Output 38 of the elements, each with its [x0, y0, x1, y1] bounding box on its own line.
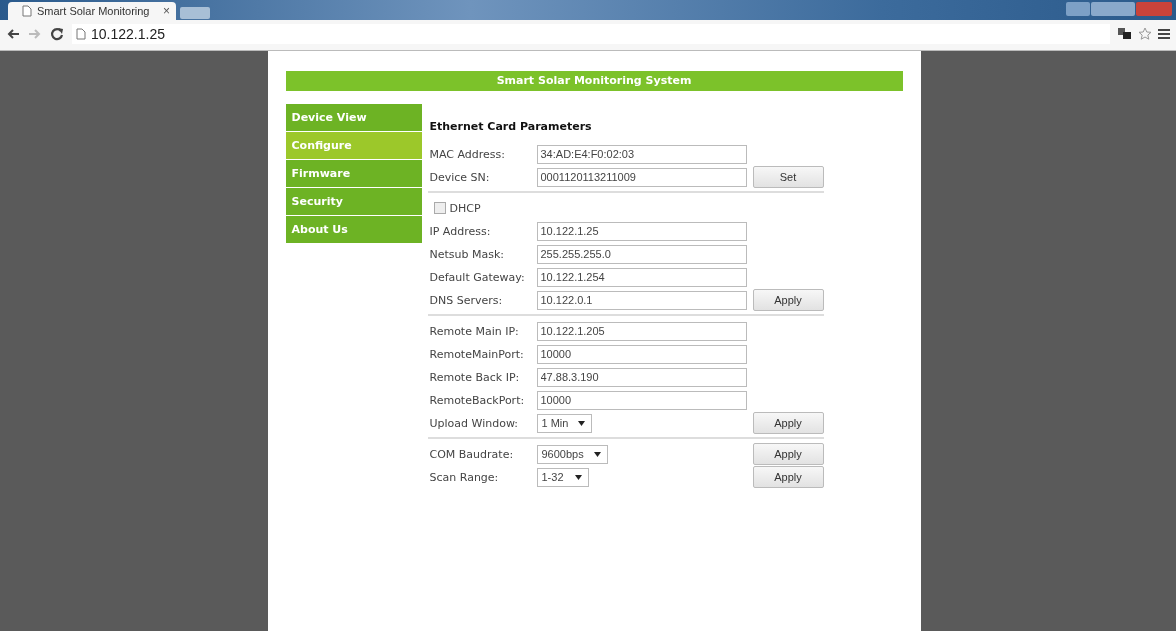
input-field[interactable]: 10.122.0.1	[536, 290, 747, 310]
checkbox-label: DHCP	[449, 201, 481, 215]
dropdown[interactable]: 1-32	[536, 467, 589, 487]
input-field[interactable]: 10.122.1.254	[536, 267, 747, 287]
field-label: RemoteMainPort:	[428, 347, 525, 361]
apply-button[interactable]: Apply	[752, 412, 824, 434]
header-bar: Smart Solar Monitoring System	[285, 71, 903, 91]
close-tab-button[interactable]: ×	[163, 4, 170, 18]
apply-button[interactable]: Apply	[752, 466, 824, 488]
input-field[interactable]: 10000	[536, 344, 747, 364]
field-label: IP Address:	[428, 224, 492, 238]
field-label: RemoteBackPort:	[428, 393, 526, 407]
field-label: Remote Back IP:	[428, 370, 521, 384]
input-field[interactable]: 10000	[536, 390, 747, 410]
section-title: Ethernet Card Parameters	[429, 120, 593, 133]
dropdown[interactable]: 1 Min	[536, 413, 593, 433]
field-label: Default Gateway:	[428, 270, 526, 284]
field-label: Scan Range:	[428, 470, 500, 484]
field-label: DNS Servers:	[428, 293, 504, 307]
apply-button[interactable]: Apply	[752, 289, 824, 311]
dropdown[interactable]: 9600bps	[536, 444, 608, 464]
tab-title: Smart Solar Monitoring	[37, 5, 151, 17]
field-label: Device SN:	[428, 170, 491, 184]
input-field[interactable]: 0001120113211009	[536, 167, 747, 187]
input-field[interactable]: 10.122.1.25	[536, 221, 747, 241]
field-label: COM Baudrate:	[428, 447, 515, 461]
browser-tab[interactable]: Smart Solar Monitoring ×	[8, 2, 176, 20]
address-bar[interactable]: 10.122.1.25	[72, 24, 1110, 44]
apply-button[interactable]: Set	[752, 166, 824, 188]
input-field[interactable]: 34:AD:E4:F0:02:03	[536, 144, 747, 164]
field-label: Netsub Mask:	[428, 247, 506, 261]
field-label: MAC Address:	[428, 147, 506, 161]
input-field[interactable]: 47.88.3.190	[536, 367, 747, 387]
field-label: Upload Window:	[428, 416, 519, 430]
input-field[interactable]: 255.255.255.0	[536, 244, 747, 264]
apply-button[interactable]: Apply	[752, 443, 824, 465]
input-field[interactable]: 10.122.1.205	[536, 321, 747, 341]
field-label: Remote Main IP:	[428, 324, 520, 338]
